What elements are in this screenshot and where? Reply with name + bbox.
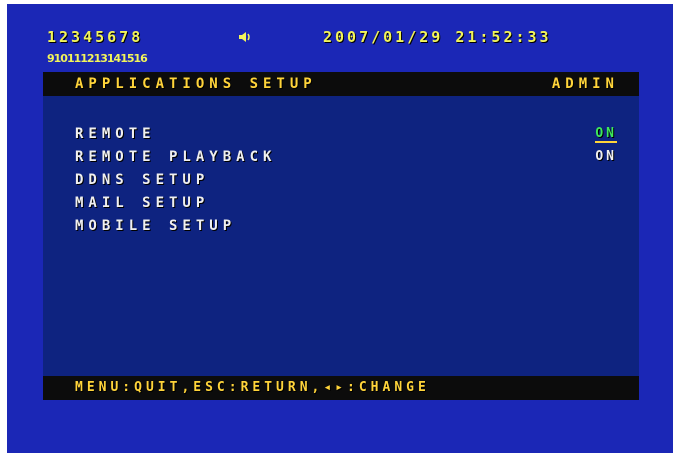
header-bar: APPLICATIONS SETUP ADMIN xyxy=(43,72,639,96)
menu-item-mail-setup[interactable]: MAIL SETUP xyxy=(75,195,209,211)
channel-indicators-9-16: 910111213141516 xyxy=(47,52,148,65)
user-label: ADMIN xyxy=(551,76,619,92)
channel-indicators-1-8: 12345678 xyxy=(47,28,144,46)
footer-bar: MENU:QUIT,ESC:RETURN,◂▸:CHANGE xyxy=(43,376,639,400)
remote-playback-value[interactable]: ON xyxy=(595,149,617,164)
page-title: APPLICATIONS SETUP xyxy=(75,76,317,92)
date-time: 2007/01/29 21:52:33 xyxy=(323,28,552,46)
remote-value[interactable]: ON xyxy=(595,126,617,143)
key-hints: MENU:QUIT,ESC:RETURN,◂▸:CHANGE xyxy=(75,380,430,395)
settings-panel: REMOTE ON REMOTE PLAYBACK ON DDNS SETUP … xyxy=(43,96,639,376)
speaker-icon xyxy=(239,32,250,42)
menu-item-remote[interactable]: REMOTE xyxy=(75,126,156,142)
menu-item-mobile-setup[interactable]: MOBILE SETUP xyxy=(75,218,236,234)
menu-item-remote-playback[interactable]: REMOTE PLAYBACK xyxy=(75,149,276,165)
menu-item-ddns-setup[interactable]: DDNS SETUP xyxy=(75,172,209,188)
dvr-screen: 12345678 910111213141516 2007/01/29 21:5… xyxy=(7,4,673,453)
